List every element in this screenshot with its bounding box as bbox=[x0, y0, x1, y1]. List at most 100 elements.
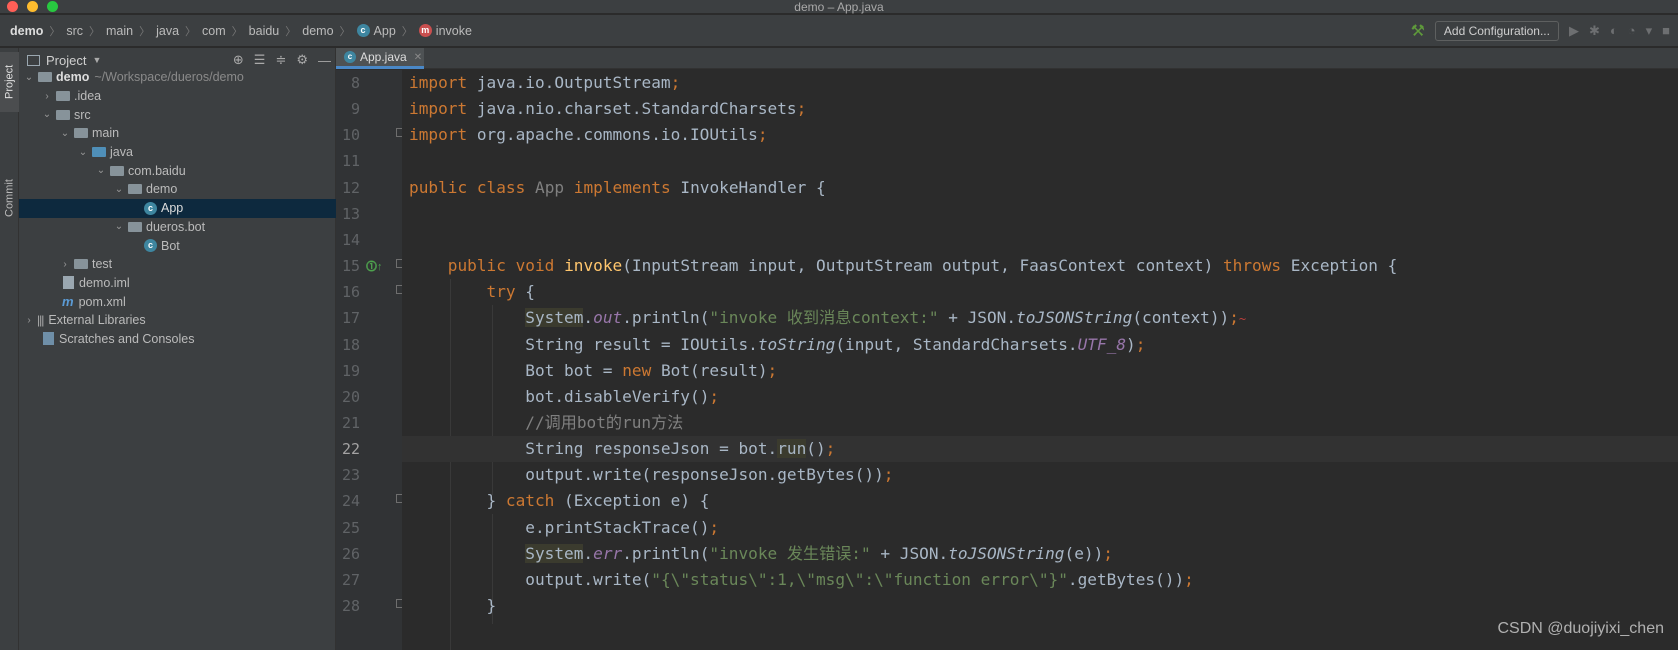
gear-icon[interactable]: ⚙ bbox=[296, 52, 308, 68]
code-line: public class App implements InvokeHandle… bbox=[409, 177, 826, 197]
tree-item-dueros-bot[interactable]: ⌄ dueros.bot bbox=[19, 218, 336, 237]
tree-item-external-libraries[interactable]: › ||| External Libraries bbox=[19, 311, 336, 330]
tree-item-demo-iml[interactable]: demo.iml bbox=[19, 274, 336, 293]
tree-item-scratches[interactable]: Scratches and Consoles bbox=[19, 330, 336, 349]
tree-item-label: java bbox=[110, 145, 133, 160]
chevron-right-icon: 〉 bbox=[285, 25, 297, 38]
implementing-method-icon[interactable]: ⓵↑ bbox=[366, 258, 383, 274]
folder-icon bbox=[74, 128, 88, 139]
debug-icon[interactable]: ✱ bbox=[1589, 23, 1600, 39]
tree-item-label: main bbox=[92, 126, 120, 141]
breadcrumb-item[interactable]: baidu 〉 bbox=[249, 23, 303, 39]
breadcrumb-item[interactable]: java 〉 bbox=[156, 23, 202, 39]
line-number: 28 bbox=[341, 597, 360, 615]
code-editor[interactable]: import java.io.OutputStream; import java… bbox=[402, 70, 1678, 650]
chevron-down-icon[interactable]: ⌄ bbox=[23, 72, 35, 83]
code-line: output.write("{\"status\":1,\"msg\":\"fu… bbox=[525, 569, 1194, 589]
breadcrumb-item[interactable]: src 〉 bbox=[66, 23, 106, 39]
breadcrumb-item[interactable]: com 〉 bbox=[202, 23, 249, 39]
window-title: demo – App.java bbox=[794, 0, 884, 14]
tree-item-java[interactable]: ⌄ java bbox=[19, 143, 336, 162]
add-configuration-button[interactable]: Add Configuration... bbox=[1434, 20, 1559, 41]
line-number: 27 bbox=[341, 570, 360, 589]
breadcrumb-item[interactable]: demo 〉 bbox=[10, 23, 66, 39]
chevron-down-icon[interactable]: ▼ bbox=[92, 55, 101, 65]
tree-item-com-baidu[interactable]: ⌄ com.baidu bbox=[19, 161, 336, 180]
coverage-icon[interactable]: ◐ bbox=[1610, 23, 1618, 38]
close-icon[interactable]: ✕ bbox=[414, 52, 422, 63]
package-icon bbox=[128, 221, 142, 232]
line-number: 9 bbox=[350, 100, 360, 119]
hide-panel-icon[interactable]: — bbox=[318, 53, 331, 68]
chevron-right-icon: 〉 bbox=[231, 25, 243, 38]
line-number: 26 bbox=[341, 544, 360, 563]
line-number: 15 bbox=[341, 257, 360, 276]
project-view-icon bbox=[27, 54, 40, 66]
code-line: } catch (Exception e) { bbox=[486, 491, 710, 511]
tree-item-bot[interactable]: c Bot bbox=[19, 236, 336, 255]
scratches-icon bbox=[43, 332, 54, 346]
tree-item-app[interactable]: c App bbox=[19, 198, 336, 218]
project-panel: Project ▼ ⊕ ☰ ≑ ⚙ — ⌄ demo ~/Workspace/du… bbox=[19, 48, 336, 650]
project-path-hint: ~/Workspace/dueros/demo bbox=[94, 70, 244, 85]
tree-item-pom-xml[interactable]: m pom.xml bbox=[19, 292, 336, 311]
tab-app-java[interactable]: c App.java ✕ bbox=[336, 48, 424, 69]
collapse-all-icon[interactable]: ≑ bbox=[275, 52, 286, 68]
breadcrumb-item[interactable]: c App 〉 bbox=[356, 23, 419, 39]
package-icon bbox=[110, 165, 124, 176]
chevron-down-icon[interactable]: ⌄ bbox=[113, 221, 125, 232]
stop-icon[interactable]: ■ bbox=[1662, 23, 1670, 38]
code-line: System.err.println("invoke 发生错误:" + JSON… bbox=[525, 543, 1113, 563]
chevron-down-icon[interactable]: ⌄ bbox=[41, 109, 53, 120]
tree-item-label: src bbox=[74, 107, 91, 122]
breadcrumb-item[interactable]: demo 〉 bbox=[302, 23, 356, 39]
tree-item-label: pom.xml bbox=[78, 294, 126, 309]
line-number: 19 bbox=[341, 361, 360, 380]
tree-item-main[interactable]: ⌄ main bbox=[19, 124, 336, 143]
tree-item-test[interactable]: › test bbox=[19, 255, 336, 274]
breadcrumb-item[interactable]: main 〉 bbox=[106, 23, 156, 39]
class-icon: c bbox=[144, 201, 157, 215]
project-panel-title: Project bbox=[46, 52, 87, 68]
chevron-right-icon[interactable]: › bbox=[23, 315, 35, 326]
folder-icon bbox=[74, 259, 88, 270]
chevron-right-icon[interactable]: › bbox=[59, 259, 71, 270]
more-run-options-icon[interactable]: ▾ bbox=[1646, 23, 1653, 39]
tree-item-label: demo bbox=[146, 182, 178, 197]
tree-item-src[interactable]: ⌄ src bbox=[19, 105, 336, 124]
code-line: import java.io.OutputStream; bbox=[409, 73, 681, 92]
tool-window-strip: Project Commit bbox=[0, 48, 19, 650]
folder-icon bbox=[56, 91, 70, 102]
editor-gutter: 8 9 10 11 12 13 14 15 16 17 18 19 20 21 … bbox=[336, 70, 405, 650]
profile-icon[interactable]: ◔ bbox=[1628, 23, 1636, 38]
tree-item-demo-root[interactable]: ⌄ demo ~/Workspace/dueros/demo bbox=[19, 68, 336, 87]
run-icon[interactable]: ▶ bbox=[1569, 23, 1579, 39]
build-hammer-icon[interactable]: ⚒ bbox=[1411, 21, 1425, 41]
tree-item-idea[interactable]: › .idea bbox=[19, 87, 336, 106]
chevron-right-icon: 〉 bbox=[339, 25, 351, 38]
project-tool-tab[interactable]: Project bbox=[0, 52, 19, 112]
line-number: 10 bbox=[341, 126, 360, 145]
commit-tool-tab[interactable]: Commit bbox=[0, 168, 19, 228]
chevron-down-icon[interactable]: ⌄ bbox=[113, 184, 125, 195]
line-number: 11 bbox=[341, 152, 360, 171]
code-line: Bot bot = new Bot(result); bbox=[525, 360, 778, 380]
chevron-down-icon[interactable]: ⌄ bbox=[95, 165, 107, 176]
chevron-down-icon[interactable]: ⌄ bbox=[59, 128, 71, 139]
tree-item-label: Scratches and Consoles bbox=[59, 331, 195, 346]
tree-item-demo-package[interactable]: ⌄ demo bbox=[19, 180, 336, 199]
class-icon: c bbox=[144, 239, 157, 253]
chevron-down-icon[interactable]: ⌄ bbox=[77, 147, 89, 158]
line-number: 24 bbox=[341, 492, 360, 511]
code-line: //调用bot的run方法 bbox=[525, 412, 684, 432]
chevron-right-icon[interactable]: › bbox=[41, 91, 53, 102]
breadcrumb-item[interactable]: m invoke bbox=[418, 24, 472, 38]
expand-all-icon[interactable]: ☰ bbox=[254, 52, 266, 68]
class-icon: c bbox=[356, 24, 370, 37]
package-icon bbox=[128, 184, 142, 195]
locate-file-icon[interactable]: ⊕ bbox=[233, 52, 244, 68]
code-line: try { bbox=[486, 282, 535, 302]
method-icon: m bbox=[418, 24, 432, 37]
